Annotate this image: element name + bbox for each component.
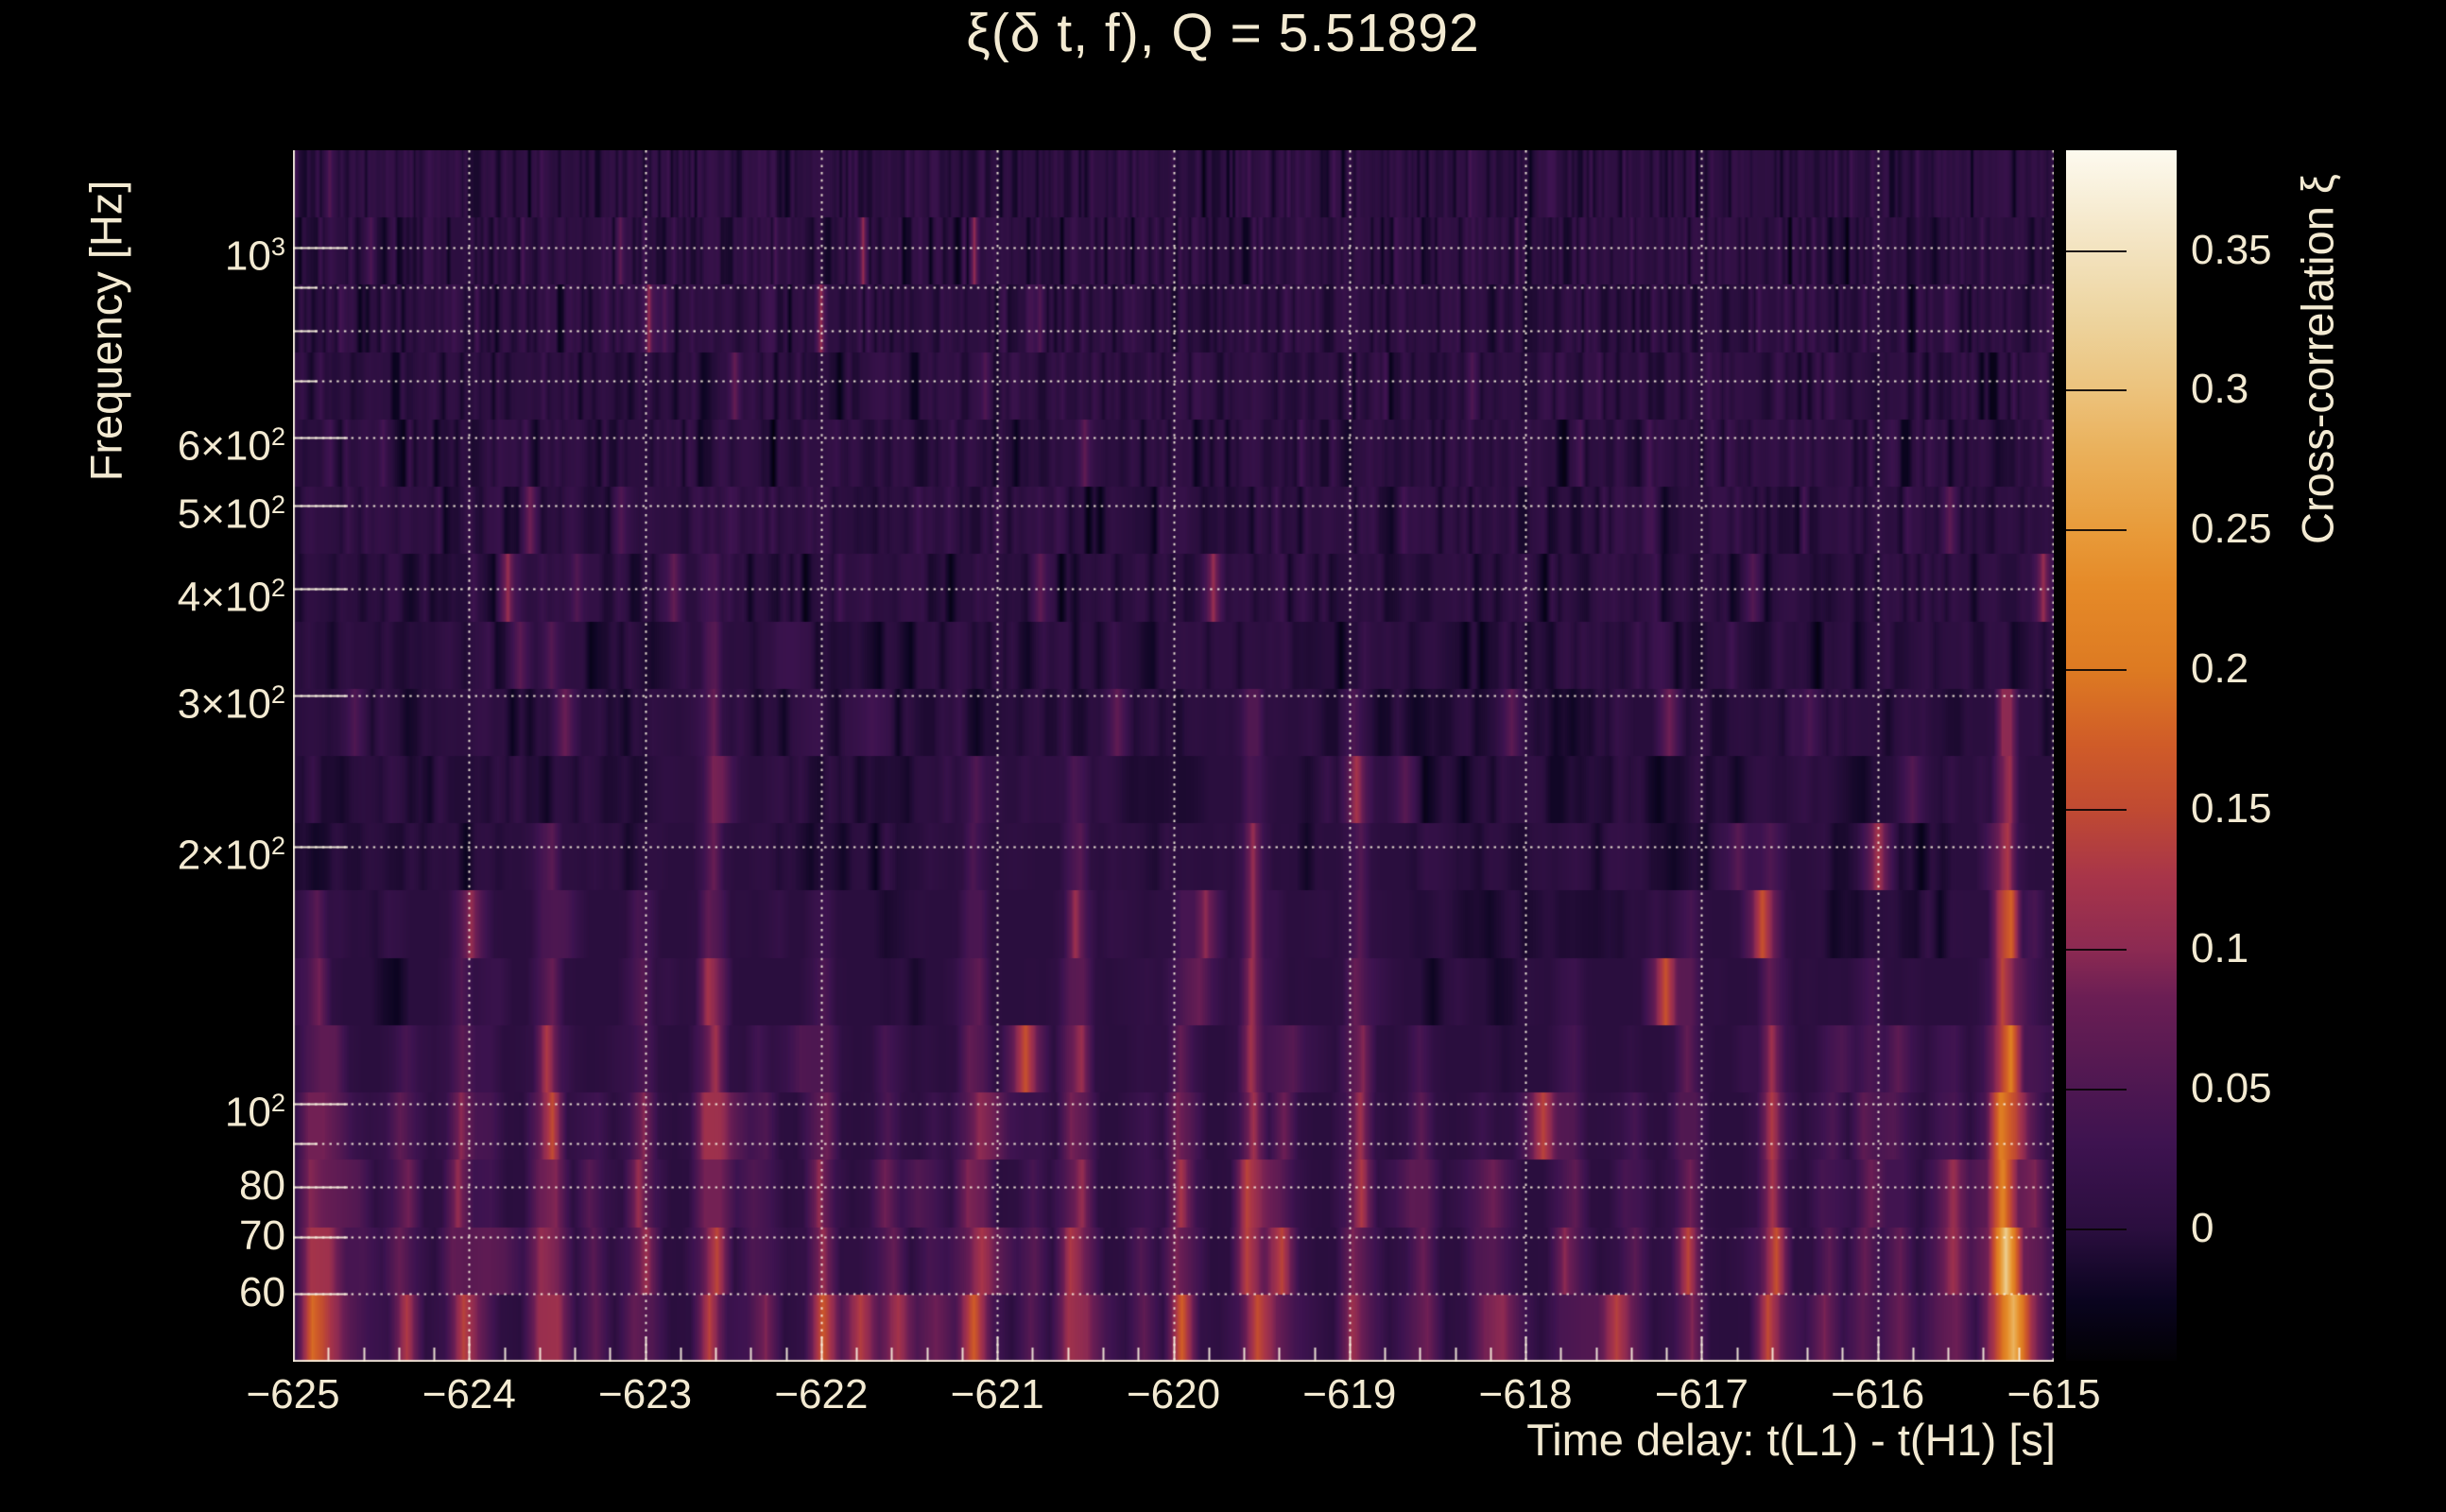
x-tick-label: −624 — [422, 1371, 516, 1418]
colorbar-tick-label: 0.1 — [2191, 925, 2249, 972]
x-tick-label: −623 — [598, 1371, 693, 1418]
y-tick-label: 102 — [224, 1088, 285, 1136]
plot-title: ξ(δ t, f), Q = 5.51892 — [966, 3, 1480, 63]
colorbar-tick-mark — [2066, 1089, 2127, 1091]
y-tick-label: 6×102 — [177, 421, 285, 470]
y-tick-label: 70 — [239, 1211, 285, 1259]
colorbar-tick-mark — [2066, 809, 2127, 812]
y-tick-label: 4×102 — [177, 572, 285, 621]
colorbar-tick-label: 0.15 — [2191, 785, 2272, 833]
y-tick-label: 5×102 — [177, 489, 285, 538]
y-tick-label: 80 — [239, 1162, 285, 1210]
colorbar-tick-label: 0.05 — [2191, 1065, 2272, 1112]
x-tick-label: −620 — [1126, 1371, 1221, 1418]
x-tick-label: −616 — [1831, 1371, 1925, 1418]
colorbar-tick-label: 0.25 — [2191, 506, 2272, 553]
heatmap-canvas — [293, 150, 2054, 1362]
colorbar-tick-mark — [2066, 389, 2127, 392]
colorbar — [2066, 150, 2177, 1361]
colorbar-tick-mark — [2066, 949, 2127, 952]
figure-root: ξ(δ t, f), Q = 5.51892 Frequency [Hz] Ti… — [0, 0, 2446, 1512]
x-tick-label: −615 — [2007, 1371, 2101, 1418]
x-tick-label: −625 — [246, 1371, 340, 1418]
y-tick-label: 60 — [239, 1269, 285, 1316]
x-tick-label: −622 — [774, 1371, 869, 1418]
colorbar-tick-mark — [2066, 529, 2127, 532]
colorbar-tick-mark — [2066, 1228, 2127, 1230]
colorbar-tick-label: 0.3 — [2191, 366, 2249, 413]
colorbar-tick-mark — [2066, 249, 2127, 252]
colorbar-tick-label: 0.2 — [2191, 645, 2249, 693]
colorbar-tick-label: 0.35 — [2191, 226, 2272, 273]
x-tick-label: −618 — [1478, 1371, 1573, 1418]
colorbar-tick-label: 0 — [2191, 1204, 2214, 1251]
y-tick-label: 3×102 — [177, 679, 285, 728]
x-tick-label: −621 — [950, 1371, 1044, 1418]
colorbar-tick-mark — [2066, 669, 2127, 672]
x-axis-title: Time delay: t(L1) - t(H1) [s] — [1526, 1415, 2056, 1465]
y-tick-label: 2×102 — [177, 830, 285, 879]
x-tick-label: −619 — [1302, 1371, 1397, 1418]
y-tick-label: 103 — [224, 232, 285, 280]
x-tick-label: −617 — [1654, 1371, 1748, 1418]
